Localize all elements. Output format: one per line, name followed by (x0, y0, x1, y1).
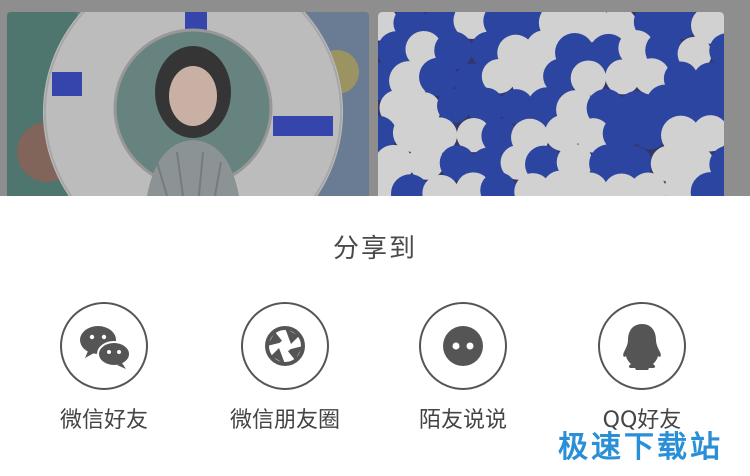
share-label: 微信好友 (59, 408, 148, 433)
share-wechat-friends[interactable]: 微信好友 (24, 302, 184, 433)
photo-ball-pit[interactable] (378, 12, 724, 196)
share-circle[interactable] (419, 302, 507, 390)
momo-face-icon (443, 326, 483, 366)
qq-penguin-icon (623, 324, 661, 370)
share-circle[interactable] (241, 302, 329, 390)
share-label: 陌友说说 (418, 408, 507, 433)
dimmed-background (0, 0, 750, 196)
share-sheet-title: 分享到 (332, 234, 417, 264)
share-momo-moments[interactable]: 陌友说说 (383, 302, 543, 433)
share-qq-friends[interactable]: QQ好友 (562, 302, 722, 433)
wechat-icon (80, 326, 131, 369)
photo-portrait-life-ring[interactable] (7, 12, 369, 196)
watermark-logo-text: 极速下载站 (558, 430, 723, 465)
share-wechat-moments[interactable]: 微信朋友圈 (205, 302, 365, 433)
photo-dim-scrim (378, 12, 724, 196)
share-circle[interactable] (598, 302, 686, 390)
moments-shutter-icon (265, 326, 305, 366)
photo-dim-scrim (7, 12, 369, 196)
share-circle[interactable] (60, 302, 148, 390)
share-label: 微信朋友圈 (229, 408, 340, 433)
